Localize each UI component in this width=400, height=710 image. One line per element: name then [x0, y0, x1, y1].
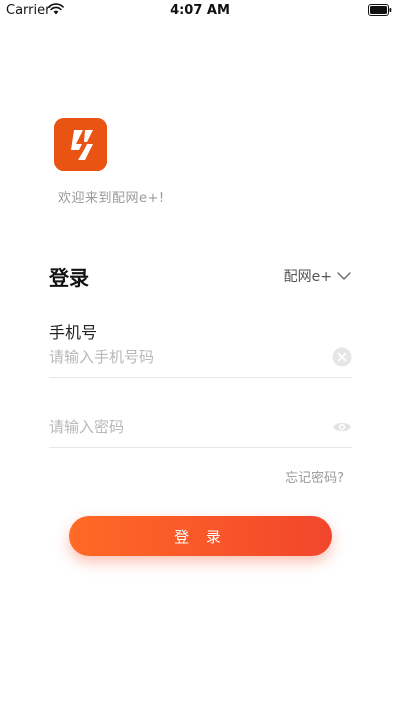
phone-field: [49, 338, 352, 378]
login-screen: Carrier 4:07 AM 欢迎来到配网e+! 登录 配网e+ 手机号 请输…: [0, 0, 400, 710]
welcome-text: 欢迎来到配网e+!: [58, 191, 165, 206]
login-button[interactable]: 登 录: [69, 516, 332, 556]
forgot-password-link[interactable]: 忘记密码?: [285, 467, 344, 486]
network-selector[interactable]: 配网e+: [284, 266, 352, 286]
password-field: [49, 408, 352, 448]
phone-input[interactable]: [49, 338, 309, 376]
password-input[interactable]: [49, 408, 309, 446]
chevron-down-icon: [337, 272, 351, 280]
app-logo: [54, 118, 107, 171]
status-bar: Carrier 4:07 AM: [0, 0, 400, 22]
lightning-bolt-logo-icon: [54, 118, 107, 171]
eye-icon[interactable]: [332, 417, 352, 437]
battery-icon: [368, 4, 392, 16]
clock: 4:07 AM: [170, 3, 230, 18]
clear-icon[interactable]: [332, 347, 352, 367]
network-selector-label: 配网e+: [283, 269, 332, 285]
page-title: 登录: [49, 266, 89, 290]
